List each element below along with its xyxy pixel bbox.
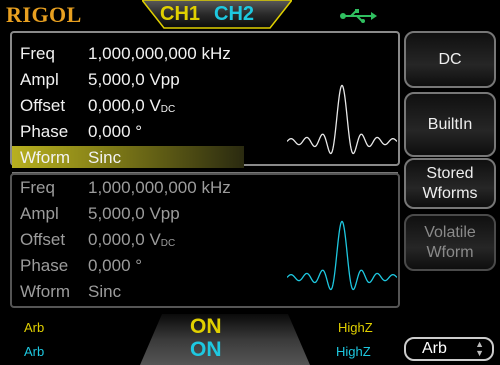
builtin-softkey[interactable]: BuiltIn	[404, 92, 496, 157]
param-value: Sinc	[88, 282, 122, 301]
offset-value: 0,000,0 V	[88, 96, 161, 115]
ch1-load-label: HighZ	[338, 320, 373, 335]
softkey-label-line1: Volatile	[424, 223, 476, 241]
ch1-mode-label: Arb	[24, 320, 45, 335]
channel2-panel[interactable]: Freq 1,000,000,000 kHz Ampl 5,000,0 Vpp …	[10, 173, 400, 308]
ch1-output-status[interactable]: ON	[190, 315, 222, 339]
ch2-output-status[interactable]: ON	[190, 338, 222, 362]
softkey-label-line2: Wform	[426, 243, 474, 261]
output-indicator-shape	[140, 314, 310, 365]
softkey-label: BuiltIn	[427, 115, 473, 133]
param-value: Sinc	[88, 148, 122, 167]
ch1-sinc-waveform	[287, 84, 397, 155]
ch2-load-label: HighZ	[336, 344, 371, 359]
rigol-logo: RIGOL	[6, 2, 82, 27]
ch2-sinc-waveform	[287, 220, 397, 291]
param-label: Ampl	[20, 204, 59, 223]
param-label: Wform	[20, 282, 71, 301]
param-value: 0,000,0 VDC	[88, 230, 175, 250]
param-label: Freq	[20, 44, 55, 63]
softkey-label: DC	[438, 50, 462, 68]
usb-icon	[340, 9, 377, 23]
param-label: Ampl	[20, 70, 59, 89]
param-label: Offset	[20, 230, 66, 249]
param-value: 1,000,000,000 kHz	[88, 178, 231, 197]
param-value: 5,000,0 Vpp	[88, 204, 180, 223]
volatile-wform-softkey[interactable]: Volatile Wform	[404, 214, 496, 271]
arb-selector-value: Arb	[422, 340, 447, 357]
param-value: 5,000,0 Vpp	[88, 70, 180, 89]
tab-ch2[interactable]: CH2	[214, 3, 254, 26]
stored-wforms-softkey[interactable]: Stored Wforms	[404, 158, 496, 209]
channel1-panel[interactable]: Freq 1,000,000,000 kHz Ampl 5,000,0 Vpp …	[10, 31, 400, 174]
dc-softkey[interactable]: DC	[404, 31, 496, 88]
param-label: Phase	[20, 256, 69, 275]
softkey-label-line2: Wforms	[422, 184, 478, 202]
dc-subscript: DC	[160, 238, 176, 249]
param-label: Wform	[20, 148, 71, 167]
param-value: 0,000 °	[88, 256, 143, 275]
arb-selector[interactable]: Arb ▲ ▼	[404, 337, 494, 361]
param-value: 0,000 °	[88, 122, 143, 141]
param-value: 0,000,0 VDC	[88, 96, 175, 116]
param-label: Phase	[20, 122, 69, 141]
tab-ch1[interactable]: CH1	[160, 3, 200, 26]
ch2-mode-label: Arb	[24, 344, 45, 359]
dc-subscript: DC	[160, 104, 176, 115]
param-value: 1,000,000,000 kHz	[88, 44, 231, 63]
softkey-label-line1: Stored	[426, 164, 474, 182]
param-label: Freq	[20, 178, 55, 197]
up-down-arrows-icon: ▲ ▼	[475, 339, 484, 358]
offset-value: 0,000,0 V	[88, 230, 161, 249]
param-label: Offset	[20, 96, 66, 115]
